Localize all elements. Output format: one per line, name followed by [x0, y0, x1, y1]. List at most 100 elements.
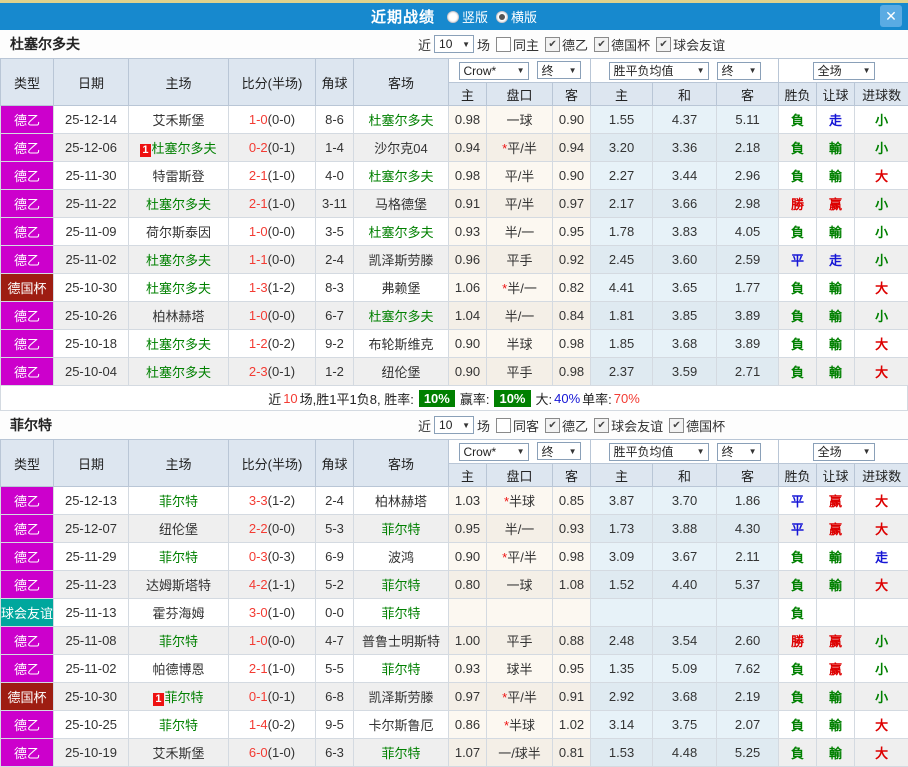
match-date-cell: 25-12-07: [54, 515, 129, 543]
recent-count-select[interactable]: 10▼: [434, 35, 474, 53]
filter-checkbox-球会友谊[interactable]: ✔: [656, 37, 671, 52]
avg-home-cell: 3.87: [591, 487, 653, 515]
winlose-result-cell: 負: [779, 655, 817, 683]
home-team-cell: 艾禾斯堡: [129, 106, 229, 134]
league-type-cell: 德乙: [1, 627, 54, 655]
filter-checkbox-同主[interactable]: [496, 37, 511, 52]
avg-home-cell: 2.37: [591, 358, 653, 386]
avg-away-cell: 2.11: [717, 543, 779, 571]
filter-checkbox-德国杯[interactable]: ✔: [594, 37, 609, 52]
league-type-cell: 德乙: [1, 711, 54, 739]
team-label: 纽伦堡: [159, 522, 198, 537]
layout-radio-horizontal[interactable]: [496, 11, 508, 23]
corner-cell: 2-4: [316, 487, 354, 515]
avg-home-cell: 2.27: [591, 162, 653, 190]
scope-select[interactable]: 全场▼: [813, 443, 875, 461]
corner-cell: 8-3: [316, 274, 354, 302]
result-group-header: 全场▼: [779, 440, 908, 464]
winlose-result-cell: 負: [779, 543, 817, 571]
layout-radio-label: 竖版: [462, 7, 488, 26]
odds-company-select[interactable]: Crow*▼: [459, 62, 529, 80]
avg-away-cell: 4.30: [717, 515, 779, 543]
odds-company-select[interactable]: Crow*▼: [459, 443, 529, 461]
odds-home-cell: 1.04: [449, 302, 487, 330]
subcolumn-header-主: 主: [449, 83, 487, 106]
filter-checkbox-同客[interactable]: [496, 418, 511, 433]
summary-text: 赢率:: [460, 389, 490, 408]
filter-checkbox-球会友谊[interactable]: ✔: [594, 418, 609, 433]
league-type-cell: 德乙: [1, 330, 54, 358]
handicap-cell: *平/半: [487, 134, 553, 162]
handicap-cell: *半球: [487, 711, 553, 739]
handicap-result-cell: 赢: [817, 655, 855, 683]
odds-time-select[interactable]: 终▼: [537, 442, 581, 460]
dropdown-arrow-icon: ▼: [569, 66, 577, 75]
team1-results-table: 类型日期主场比分(半场)角球客场Crow*▼终▼胜平负均值▼终▼全场▼主盘口客主…: [0, 58, 908, 386]
score-cell: 1-0(0-0): [229, 302, 316, 330]
handicap-result-cell: 輸: [817, 218, 855, 246]
goals-result-cell: 小: [855, 246, 908, 274]
odds-home-cell: 0.91: [449, 190, 487, 218]
column-header-主场: 主场: [129, 440, 229, 487]
away-team-cell: 菲尔特: [354, 739, 449, 767]
team-label: 菲尔特: [159, 494, 198, 509]
team-label: 柏林赫塔: [375, 494, 427, 509]
home-team-cell: 杜塞尔多夫: [129, 190, 229, 218]
odds-time-select-value: 终: [542, 443, 554, 460]
handicap-label: 平/半: [507, 690, 537, 705]
subcolumn-header-和: 和: [653, 464, 717, 487]
avg-odds-select[interactable]: 胜平负均值▼: [609, 62, 709, 80]
recent-count-select[interactable]: 10▼: [434, 416, 474, 434]
team1-name: 杜塞尔多夫: [0, 34, 80, 54]
filter-checkbox-德乙[interactable]: ✔: [545, 418, 560, 433]
odds-away-cell: 0.81: [553, 739, 591, 767]
handicap-cell: [487, 599, 553, 627]
fulltime-score: 0-2: [249, 140, 268, 155]
team-label: 艾禾斯堡: [152, 746, 204, 761]
goals-result-cell: 小: [855, 683, 908, 711]
handicap-cell: *半/一: [487, 274, 553, 302]
avg-time-select[interactable]: 终▼: [717, 443, 761, 461]
handicap-cell: 一球: [487, 571, 553, 599]
team-label: 杜塞尔多夫: [152, 141, 217, 156]
league-type-cell: 德国杯: [1, 274, 54, 302]
team-label: 菲尔特: [381, 578, 420, 593]
handicap-result-cell: 赢: [817, 627, 855, 655]
avg-away-cell: 2.19: [717, 683, 779, 711]
scope-select[interactable]: 全场▼: [813, 62, 875, 80]
score-cell: 1-4(0-2): [229, 711, 316, 739]
odds-time-select[interactable]: 终▼: [537, 61, 581, 79]
filter-checkbox-德国杯[interactable]: ✔: [669, 418, 684, 433]
away-team-cell: 凯泽斯劳滕: [354, 683, 449, 711]
close-button[interactable]: ✕: [880, 5, 902, 27]
handicap-cell: 半/一: [487, 302, 553, 330]
team-label: 霍芬海姆: [152, 606, 204, 621]
halftime-score: (0-2): [268, 717, 295, 732]
handicap-result-cell: 輸: [817, 683, 855, 711]
home-team-cell: 菲尔特: [129, 711, 229, 739]
odds-home-cell: 0.98: [449, 162, 487, 190]
match-row: 德乙25-11-02帕德博恩2-1(1-0)5-5菲尔特0.93球半0.951.…: [1, 655, 908, 683]
home-team-cell: 特雷斯登: [129, 162, 229, 190]
score-cell: 1-0(0-0): [229, 218, 316, 246]
handicap-cell: 平手: [487, 627, 553, 655]
layout-radio-vertical[interactable]: [447, 11, 459, 23]
goals-result-cell: 小: [855, 190, 908, 218]
avg-home-cell: 3.14: [591, 711, 653, 739]
handicap-result-cell: 輸: [817, 571, 855, 599]
corner-cell: 6-9: [316, 543, 354, 571]
subcolumn-header-进球数: 进球数: [855, 464, 908, 487]
match-date-cell: 25-10-30: [54, 274, 129, 302]
avg-time-select[interactable]: 终▼: [717, 62, 761, 80]
avg-odds-select[interactable]: 胜平负均值▼: [609, 443, 709, 461]
summary-text: 10: [283, 391, 297, 406]
team-label: 马格德堡: [375, 197, 427, 212]
halftime-score: (0-0): [268, 252, 295, 267]
handicap-result-cell: 走: [817, 106, 855, 134]
filter-checkbox-德乙[interactable]: ✔: [545, 37, 560, 52]
halftime-score: (1-0): [268, 661, 295, 676]
corner-cell: 9-2: [316, 330, 354, 358]
fulltime-score: 4-2: [249, 577, 268, 592]
avg-home-cell: 1.53: [591, 739, 653, 767]
corner-cell: 3-11: [316, 190, 354, 218]
